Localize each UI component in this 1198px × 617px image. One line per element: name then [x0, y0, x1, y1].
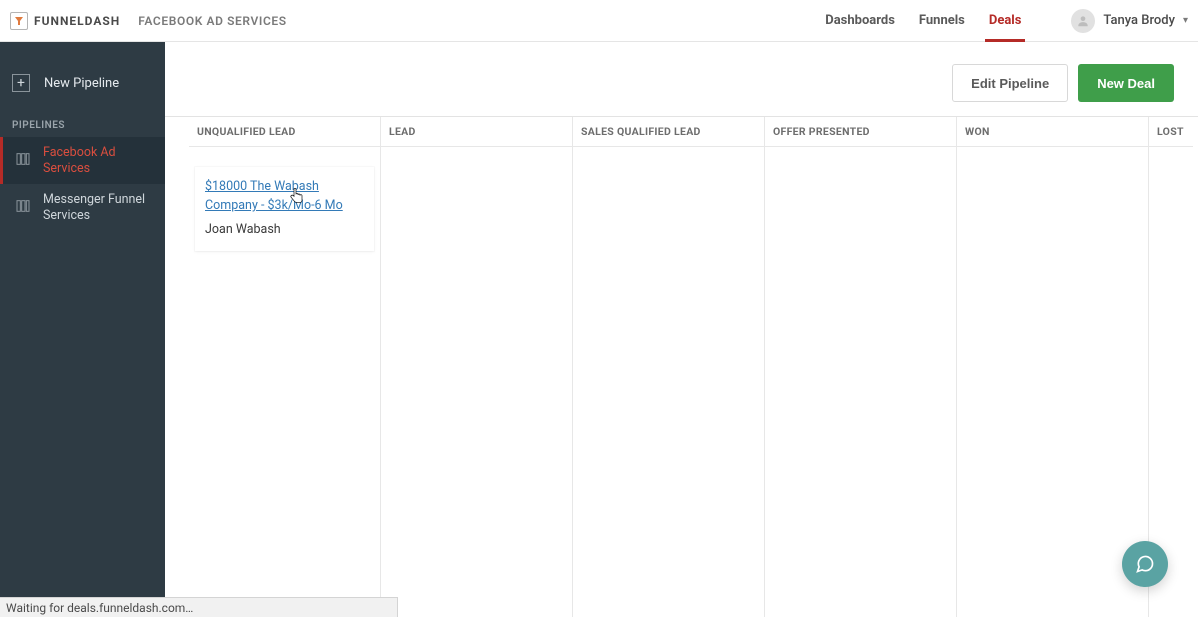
pipeline-label: Facebook Ad Services: [43, 145, 153, 176]
main: Edit Pipeline New Deal UNQUALIFIED LEAD …: [165, 42, 1198, 617]
top-nav: Dashboards Funnels Deals Tanya Brody ▾: [825, 0, 1188, 41]
deal-title[interactable]: $18000 The Wabash Company - $3k/Mo-6 Mo: [205, 177, 364, 216]
column-lead[interactable]: LEAD: [381, 117, 573, 617]
column-body: [765, 147, 956, 187]
column-body: [1149, 147, 1193, 187]
logo-icon: [10, 12, 28, 30]
column-won[interactable]: WON: [957, 117, 1149, 617]
new-deal-button[interactable]: New Deal: [1078, 64, 1174, 102]
column-header: LOST: [1149, 117, 1193, 147]
nav-dashboards[interactable]: Dashboards: [825, 0, 895, 41]
column-lost[interactable]: LOST: [1149, 117, 1193, 617]
column-header: SALES QUALIFIED LEAD: [573, 117, 764, 147]
columns-icon: [15, 198, 31, 218]
column-sales-qualified-lead[interactable]: SALES QUALIFIED LEAD: [573, 117, 765, 617]
column-unqualified-lead[interactable]: UNQUALIFIED LEAD $18000 The Wabash Compa…: [189, 117, 381, 617]
column-header: OFFER PRESENTED: [765, 117, 956, 147]
pipeline-label: Messenger Funnel Services: [43, 192, 153, 223]
logo[interactable]: FUNNELDASH: [10, 12, 138, 30]
plus-icon: +: [12, 74, 30, 92]
column-header: WON: [957, 117, 1148, 147]
sidebar: + New Pipeline PIPELINES Facebook Ad Ser…: [0, 42, 165, 617]
column-offer-presented[interactable]: OFFER PRESENTED: [765, 117, 957, 617]
pipeline-item-messenger-funnel-services[interactable]: Messenger Funnel Services: [0, 184, 165, 231]
deal-contact: Joan Wabash: [205, 220, 364, 239]
help-fab[interactable]: [1122, 541, 1168, 587]
nav-deals[interactable]: Deals: [989, 0, 1022, 41]
edit-pipeline-button[interactable]: Edit Pipeline: [952, 64, 1068, 102]
kanban-board[interactable]: UNQUALIFIED LEAD $18000 The Wabash Compa…: [165, 116, 1198, 617]
nav-funnels[interactable]: Funnels: [919, 0, 965, 41]
app-body: + New Pipeline PIPELINES Facebook Ad Ser…: [0, 42, 1198, 617]
pipeline-item-facebook-ad-services[interactable]: Facebook Ad Services: [0, 137, 165, 184]
pipelines-header: PIPELINES: [0, 102, 165, 137]
new-pipeline-label: New Pipeline: [44, 76, 119, 91]
logo-text: FUNNELDASH: [34, 14, 120, 28]
toolbar: Edit Pipeline New Deal: [165, 42, 1198, 116]
column-header: UNQUALIFIED LEAD: [189, 117, 380, 147]
column-header: LEAD: [381, 117, 572, 147]
breadcrumb: FACEBOOK AD SERVICES: [138, 14, 286, 28]
status-text: Waiting for deals.funneldash.com…: [6, 601, 193, 615]
app-header: FUNNELDASH FACEBOOK AD SERVICES Dashboar…: [0, 0, 1198, 42]
chevron-down-icon: ▾: [1183, 15, 1188, 26]
avatar: [1071, 9, 1095, 33]
columns-icon: [15, 151, 31, 171]
column-body: $18000 The Wabash Company - $3k/Mo-6 Mo …: [189, 147, 380, 281]
column-body: [573, 147, 764, 187]
status-bar: Waiting for deals.funneldash.com…: [0, 597, 398, 617]
chat-icon: [1135, 554, 1155, 574]
deal-card[interactable]: $18000 The Wabash Company - $3k/Mo-6 Mo …: [195, 167, 374, 251]
user-menu[interactable]: Tanya Brody ▾: [1071, 9, 1188, 33]
new-pipeline-button[interactable]: + New Pipeline: [0, 64, 165, 102]
column-body: [957, 147, 1148, 187]
column-body: [381, 147, 572, 187]
user-name: Tanya Brody: [1103, 13, 1175, 28]
